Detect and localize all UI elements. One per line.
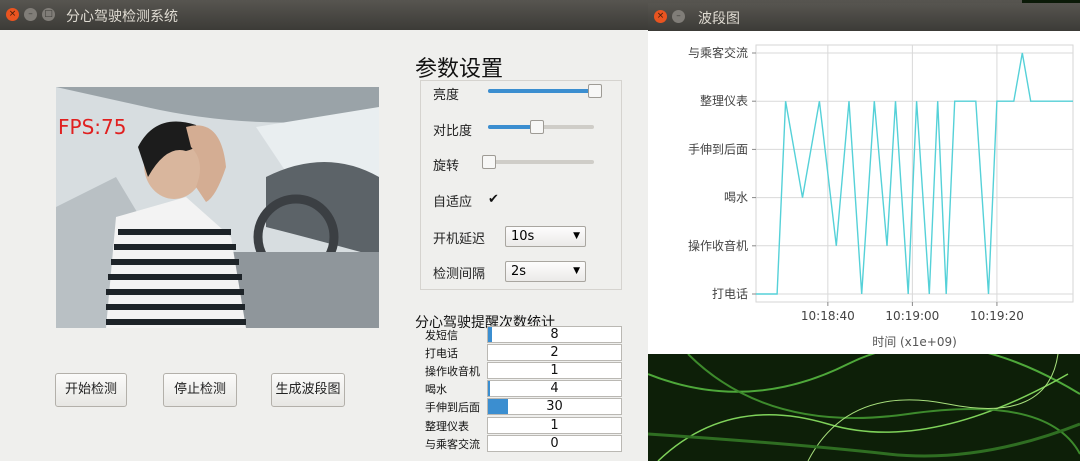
y-tick-label: 喝水 (724, 191, 748, 205)
interval-label: 检测间隔 (433, 267, 486, 282)
stats-row: 手伸到后面 30 (420, 398, 622, 415)
chart-titlebar[interactable]: × – 波段图 (648, 3, 1080, 31)
stats-row: 与乘客交流 0 (420, 435, 622, 452)
stats-progress-bar: 1 (487, 362, 622, 379)
chevron-down-icon: ▼ (573, 231, 580, 241)
minimize-icon[interactable]: – (672, 10, 685, 23)
boot-delay-select[interactable]: 10s ▼ (505, 226, 586, 247)
stats-row-label: 手伸到后面 (425, 401, 480, 414)
chart-window: × – 波段图 打电话 操作收音机 喝水 手伸到后面 整理仪表 与乘客交流 10:18:40… (648, 3, 1080, 354)
x-tick-label: 10:19:00 (885, 309, 939, 323)
stats-progress-bar: 1 (487, 417, 622, 434)
stats-row: 喝水 4 (420, 380, 622, 397)
stats-row: 操作收音机 1 (420, 362, 622, 379)
plot-area (755, 44, 1074, 303)
y-tick-label: 手伸到后面 (688, 142, 748, 156)
brightness-slider-handle[interactable] (588, 84, 602, 98)
wallpaper-graphic (648, 354, 1080, 461)
y-tick-label: 整理仪表 (700, 93, 748, 108)
stats-progress-bar: 2 (487, 344, 622, 361)
adaptive-label: 自适应 (433, 195, 473, 210)
rotation-slider-handle[interactable] (482, 155, 496, 169)
fps-counter: FPS:75 (58, 115, 127, 139)
stats-row-value: 0 (550, 436, 559, 451)
stats-row-label: 打电话 (425, 347, 458, 360)
stats-row-value: 30 (546, 399, 563, 414)
stats-row: 打电话 2 (420, 344, 622, 361)
x-tick-label: 10:19:20 (970, 309, 1024, 323)
contrast-slider-handle[interactable] (529, 120, 544, 134)
params-panel (420, 80, 622, 290)
interval-select[interactable]: 2s ▼ (505, 261, 586, 282)
adaptive-checkbox[interactable]: ✔ (488, 193, 501, 206)
stats-progress-bar: 8 (487, 326, 622, 343)
stats-row-label: 喝水 (425, 383, 447, 396)
waveform-chart: 打电话 操作收音机 喝水 手伸到后面 整理仪表 与乘客交流 10:18:40 10:19:00… (688, 44, 1074, 349)
stats-row: 发短信 8 (420, 326, 622, 343)
stop-detection-button[interactable]: 停止检测 (163, 373, 237, 407)
maximize-icon[interactable]: □ (42, 8, 55, 21)
stats-progress-bar: 0 (487, 435, 622, 452)
stats-row-value: 8 (550, 327, 559, 342)
contrast-slider-fill (488, 125, 536, 129)
y-tick-label: 打电话 (712, 287, 748, 301)
close-icon[interactable]: × (6, 8, 19, 21)
boot-delay-label: 开机延迟 (433, 232, 486, 247)
stats-row-label: 操作收音机 (425, 365, 480, 378)
chevron-down-icon: ▼ (573, 266, 580, 276)
stats-row-value: 4 (550, 381, 559, 396)
brightness-slider[interactable] (488, 84, 602, 98)
stats-progress-bar: 30 (487, 398, 622, 415)
contrast-slider[interactable] (488, 120, 594, 134)
generate-waveform-button[interactable]: 生成波段图 (271, 373, 345, 407)
stats-row: 整理仪表 1 (420, 417, 622, 434)
y-tick-label: 操作收音机 (688, 238, 748, 253)
close-icon[interactable]: × (654, 10, 667, 23)
stats-row-label: 与乘客交流 (425, 438, 480, 451)
rotation-slider[interactable] (482, 155, 594, 169)
params-title: 参数设置 (415, 57, 504, 82)
series-line (756, 52, 1073, 295)
minimize-icon[interactable]: – (24, 8, 37, 21)
stats-row-label: 发短信 (425, 329, 458, 342)
x-tick-label: 10:18:40 (801, 309, 855, 323)
brightness-label: 亮度 (433, 88, 460, 103)
chart-window-title: 波段图 (698, 11, 740, 27)
stats-row-label: 整理仪表 (425, 420, 469, 433)
start-detection-button[interactable]: 开始检测 (55, 373, 127, 407)
stats-progress-bar: 4 (487, 380, 622, 397)
brightness-slider-fill (488, 89, 594, 93)
y-tick-label: 与乘客交流 (688, 45, 748, 60)
contrast-label: 对比度 (433, 124, 473, 139)
window-title: 分心驾驶检测系统 (66, 9, 178, 25)
rotation-label: 旋转 (433, 159, 460, 174)
desktop-wallpaper (648, 354, 1080, 461)
x-axis-label: 时间 (x1e+09) (872, 335, 957, 349)
stats-row-value: 2 (550, 345, 559, 360)
camera-view: FPS:75 (56, 87, 379, 328)
stats-row-value: 1 (550, 363, 559, 378)
boot-delay-value: 10s (511, 229, 535, 244)
stats-row-value: 1 (550, 418, 559, 433)
interval-value: 2s (511, 264, 527, 279)
